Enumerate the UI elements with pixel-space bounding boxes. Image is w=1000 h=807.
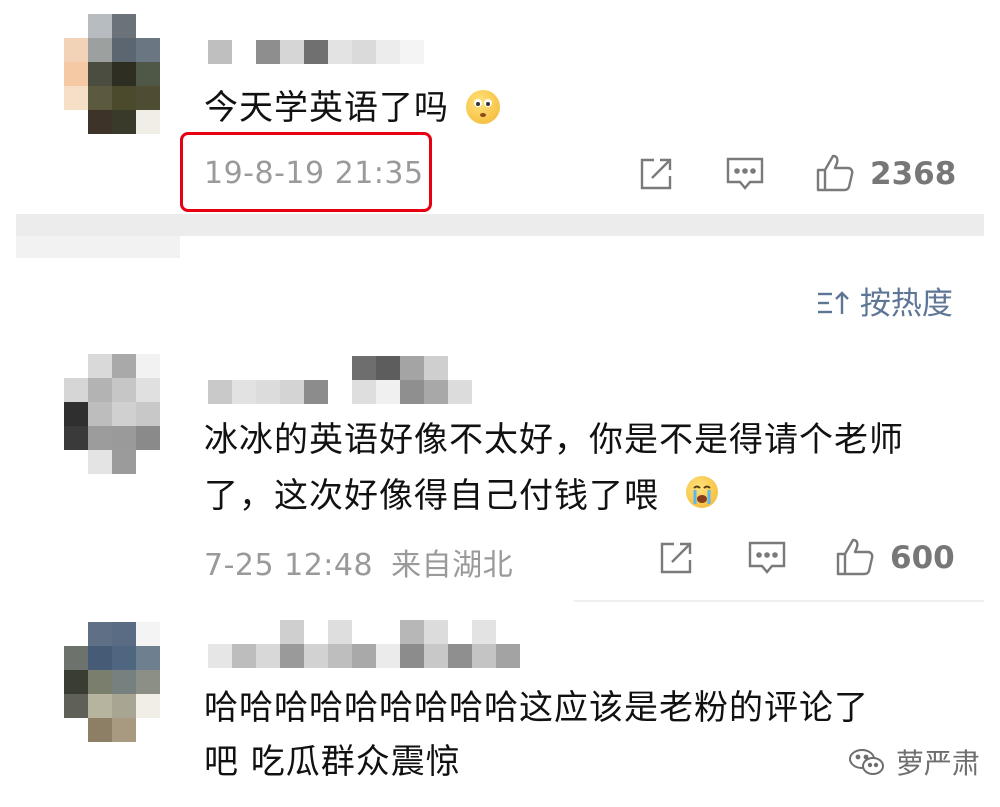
- like-count: 600: [890, 540, 955, 576]
- crying-emoji-icon: [686, 476, 718, 508]
- comment-icon[interactable]: [746, 538, 790, 582]
- watermark: 萝严肃: [847, 742, 980, 782]
- like-icon[interactable]: [834, 536, 878, 580]
- section-divider: [16, 214, 984, 236]
- comment-separator: [574, 600, 984, 602]
- location: 来自湖北: [391, 548, 514, 583]
- sort-icon: [816, 286, 860, 322]
- avatar[interactable]: [64, 622, 160, 742]
- timestamp: 7-25 12:48 来自湖北: [204, 548, 514, 583]
- watermark-text: 萝严肃: [895, 747, 980, 780]
- comment-text-line-2: 了，这次好像得自己付钱了喂: [204, 476, 659, 516]
- username-redacted[interactable]: [208, 40, 424, 64]
- comment-text-line-1: 哈哈哈哈哈哈哈哈哈这应该是老粉的评论了: [204, 688, 869, 728]
- comment-text-line-2: 吧 吃瓜群众震惊: [204, 742, 461, 782]
- wechat-logo-icon: [847, 747, 896, 780]
- avatar[interactable]: [64, 14, 160, 134]
- share-icon[interactable]: [636, 154, 680, 198]
- section-divider: [16, 236, 180, 258]
- username-redacted[interactable]: [208, 620, 520, 668]
- comment-icon[interactable]: [724, 154, 768, 198]
- like-icon[interactable]: [814, 152, 858, 196]
- like-count: 2368: [870, 156, 957, 192]
- sort-by-hot-button[interactable]: 按热度: [816, 278, 953, 323]
- timestamp: 19-8-19 21:35: [204, 156, 424, 191]
- sort-label: 按热度: [859, 286, 953, 322]
- avatar[interactable]: [64, 354, 160, 474]
- thinking-emoji-icon: [466, 90, 500, 124]
- comment-text-line-1: 冰冰的英语好像不太好，你是不是得请个老师: [204, 420, 904, 460]
- share-icon[interactable]: [656, 538, 700, 582]
- username-redacted[interactable]: [208, 356, 472, 404]
- comment-text: 今天学英语了吗: [204, 88, 449, 128]
